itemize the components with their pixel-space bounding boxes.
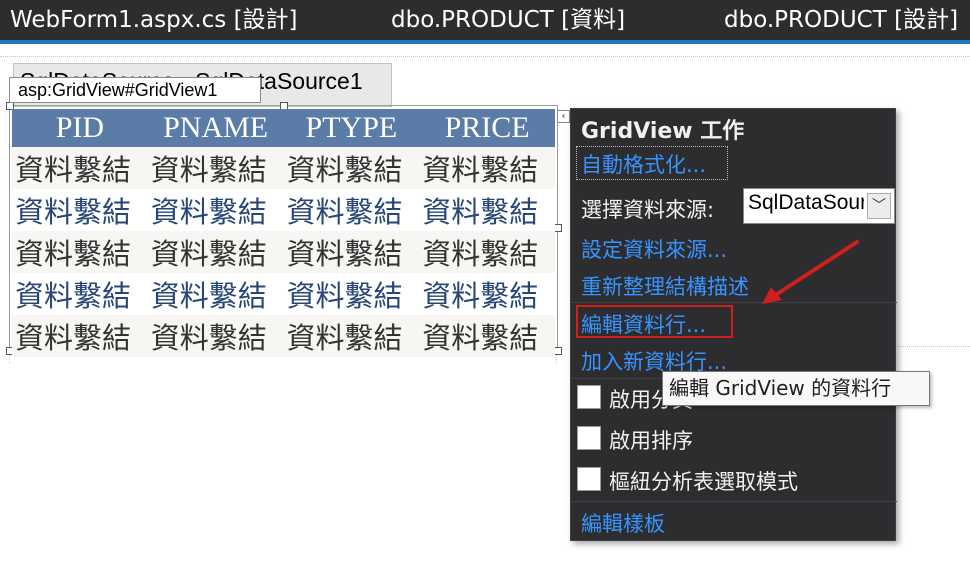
column-header: PID: [12, 109, 148, 147]
tooltip: 編輯 GridView 的資料行: [662, 371, 930, 406]
enable-sorting-checkbox[interactable]: [577, 426, 601, 450]
panel-separator: [571, 501, 897, 502]
table-row: 資料繫結 資料繫結 資料繫結 資料繫結: [12, 147, 555, 189]
highlight-rectangle: [576, 305, 733, 338]
table-cell: 資料繫結: [147, 231, 284, 273]
table-cell: 資料繫結: [147, 189, 284, 231]
gridview-table[interactable]: PID PNAME PTYPE PRICE 資料繫結 資料繫結 資料繫結 資料繫…: [12, 109, 555, 357]
table-cell: 資料繫結: [419, 189, 555, 231]
resize-handle[interactable]: [554, 347, 562, 355]
edit-templates-link[interactable]: 編輯樣板: [581, 508, 665, 538]
table-cell: 資料繫結: [283, 231, 420, 273]
table-cell: 資料繫結: [147, 273, 284, 315]
tab-product-design[interactable]: dbo.PRODUCT [設計]: [724, 0, 958, 40]
table-cell: 資料繫結: [12, 147, 148, 189]
table-cell: 資料繫結: [12, 189, 148, 231]
refresh-schema-link[interactable]: 重新整理結構描述: [581, 271, 749, 301]
table-cell: 資料繫結: [147, 147, 284, 189]
design-surface-guide: [0, 56, 970, 57]
chevron-down-icon[interactable]: ﹀: [867, 193, 891, 219]
table-row: 資料繫結 資料繫結 資料繫結 資料繫結: [12, 231, 555, 273]
enable-selection-checkbox[interactable]: [577, 467, 601, 491]
enable-paging-checkbox[interactable]: [577, 385, 601, 409]
red-arrow-icon: [762, 240, 859, 304]
data-source-select-value: SqlDataSource1: [748, 191, 864, 214]
tab-product-data[interactable]: dbo.PRODUCT [資料]: [391, 0, 625, 40]
configure-data-source-link[interactable]: 設定資料來源...: [581, 234, 727, 264]
enable-selection-label: 樞紐分析表選取模式: [609, 470, 798, 494]
table-cell: 資料繫結: [283, 273, 420, 315]
table-cell: 資料繫結: [12, 315, 148, 357]
document-tab-bar: WebForm1.aspx.cs [設計] dbo.PRODUCT [資料] d…: [0, 0, 970, 44]
table-cell: 資料繫結: [283, 147, 420, 189]
enable-sorting-label: 啟用排序: [609, 429, 693, 453]
table-cell: 資料繫結: [419, 147, 555, 189]
table-row: 資料繫結 資料繫結 資料繫結 資料繫結: [12, 315, 555, 357]
table-cell: 資料繫結: [419, 315, 555, 357]
table-cell: 資料繫結: [12, 231, 148, 273]
column-header: PRICE: [419, 109, 555, 147]
table-row: 資料繫結 資料繫結 資料繫結 資料繫結: [12, 273, 555, 315]
table-row: 資料繫結 資料繫結 資料繫結 資料繫結: [12, 189, 555, 231]
table-cell: 資料繫結: [419, 273, 555, 315]
data-source-select[interactable]: SqlDataSource1 ﹀: [743, 188, 895, 224]
auto-format-link[interactable]: 自動格式化...: [581, 149, 706, 179]
choose-data-source-label: 選擇資料來源:: [581, 198, 715, 222]
table-cell: 資料繫結: [147, 315, 284, 357]
smart-tag-chevron-icon[interactable]: ‹: [557, 110, 570, 123]
table-cell: 資料繫結: [283, 315, 420, 357]
column-header: PNAME: [147, 109, 284, 147]
column-header: PTYPE: [283, 109, 420, 147]
tab-webform1-design[interactable]: WebForm1.aspx.cs [設計]: [10, 0, 298, 40]
gridview-tag-label: asp:GridView#GridView1: [9, 77, 261, 103]
header-row: PID PNAME PTYPE PRICE: [12, 109, 555, 147]
panel-title: GridView 工作: [581, 119, 745, 144]
table-cell: 資料繫結: [419, 231, 555, 273]
table-cell: 資料繫結: [283, 189, 420, 231]
design-surface-guide: [890, 346, 970, 347]
table-cell: 資料繫結: [12, 273, 148, 315]
active-tab-accent: [0, 40, 970, 44]
resize-handle[interactable]: [554, 224, 562, 232]
